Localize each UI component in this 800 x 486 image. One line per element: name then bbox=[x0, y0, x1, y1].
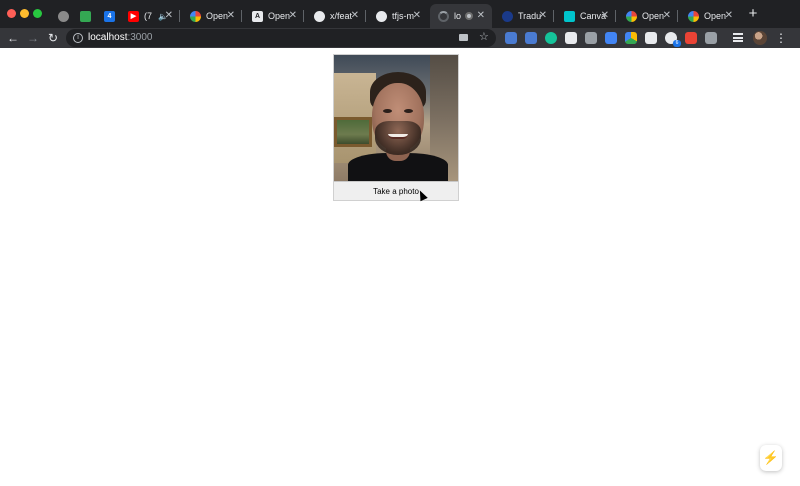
tab-pinned-1[interactable] bbox=[50, 4, 70, 28]
tab-open-4[interactable]: Open ✕ bbox=[680, 4, 740, 28]
reading-list-icon[interactable] bbox=[733, 33, 743, 42]
triangle-a-icon: A bbox=[252, 10, 263, 22]
close-icon[interactable]: ✕ bbox=[165, 10, 173, 21]
tab-github-1[interactable]: x/feat ✕ bbox=[306, 4, 366, 28]
tab-title: (7 bbox=[144, 11, 153, 21]
camera-in-use-icon[interactable] bbox=[459, 34, 468, 41]
back-button[interactable]: ← bbox=[5, 30, 21, 46]
tab-pinned-2[interactable] bbox=[72, 4, 96, 28]
github-icon bbox=[376, 10, 387, 22]
tab-title: x/feat bbox=[330, 11, 353, 21]
address-bar[interactable]: i localhost:3000 ☆ bbox=[66, 29, 496, 47]
loading-icon bbox=[438, 10, 449, 22]
shield-icon[interactable] bbox=[645, 32, 657, 44]
avatar[interactable] bbox=[753, 31, 767, 45]
window-maximize-button[interactable] bbox=[33, 9, 42, 18]
tab-title: Open bbox=[642, 11, 665, 21]
tab-title: lo bbox=[454, 11, 462, 21]
close-icon[interactable]: ✕ bbox=[289, 10, 297, 21]
camera-icon[interactable] bbox=[585, 32, 597, 44]
openai-icon bbox=[190, 10, 201, 22]
tab-strip: 4 ▶ (7 🔈 ✕ Open ✕ A Open ✕ x/feat ✕ tfjs… bbox=[0, 0, 800, 28]
lightning-icon[interactable]: ⚡ bbox=[760, 445, 782, 471]
tab-title: tfjs-m bbox=[392, 11, 414, 21]
tag-icon bbox=[80, 10, 91, 22]
close-icon[interactable]: ✕ bbox=[227, 10, 235, 21]
tab-title: Open bbox=[268, 11, 291, 21]
new-tab-button[interactable]: + bbox=[746, 6, 760, 21]
close-icon[interactable]: ✕ bbox=[477, 10, 485, 21]
tab-open-2[interactable]: A Open ✕ bbox=[244, 4, 304, 28]
record-icon bbox=[465, 12, 474, 20]
tab-translate[interactable]: Tradu ✕ bbox=[494, 4, 554, 28]
tab-open-1[interactable]: Open ✕ bbox=[182, 4, 242, 28]
info-icon[interactable]: i bbox=[73, 33, 83, 43]
window-close-button[interactable] bbox=[7, 9, 16, 18]
grammarly-icon[interactable] bbox=[545, 32, 557, 44]
tab-pinned-3[interactable]: 4 bbox=[96, 4, 120, 28]
painting-in-background bbox=[334, 117, 372, 147]
forward-button[interactable]: → bbox=[25, 30, 41, 46]
translate-icon bbox=[502, 10, 513, 22]
window-minimize-button[interactable] bbox=[20, 9, 29, 18]
close-icon[interactable]: ✕ bbox=[663, 10, 671, 21]
notification-badge: 6 bbox=[673, 40, 681, 47]
circle-icon bbox=[58, 10, 69, 22]
tab-title: Open bbox=[704, 11, 727, 21]
page-viewport: Take a photo ⚡ bbox=[0, 48, 800, 486]
extension-icon[interactable] bbox=[685, 32, 697, 44]
reload-button[interactable]: ↻ bbox=[45, 30, 61, 46]
canva-icon bbox=[564, 10, 575, 22]
url-text[interactable]: localhost:3000 bbox=[88, 32, 153, 43]
close-icon[interactable]: ✕ bbox=[539, 10, 547, 21]
bookmark-star-icon[interactable]: ☆ bbox=[479, 30, 489, 43]
bookmark-icon[interactable] bbox=[705, 32, 717, 44]
tab-canva[interactable]: Canva ✕ bbox=[556, 4, 616, 28]
youtube-icon: ▶ bbox=[128, 10, 139, 22]
tab-localhost-active[interactable]: lo ✕ bbox=[430, 4, 492, 28]
tab-title: Open bbox=[206, 11, 229, 21]
menu-kebab-icon[interactable]: ⋮ bbox=[775, 30, 787, 46]
close-icon[interactable]: ✕ bbox=[601, 10, 609, 21]
close-icon[interactable]: ✕ bbox=[351, 10, 359, 21]
tab-youtube[interactable]: ▶ (7 🔈 ✕ bbox=[120, 4, 180, 28]
openai-icon bbox=[626, 10, 637, 22]
pen-icon[interactable] bbox=[505, 32, 517, 44]
triangle-icon[interactable] bbox=[605, 32, 617, 44]
close-icon[interactable]: ✕ bbox=[725, 10, 733, 21]
drive-icon[interactable] bbox=[625, 32, 637, 44]
tab-github-2[interactable]: tfjs-m ✕ bbox=[368, 4, 428, 28]
openai-icon bbox=[688, 10, 699, 22]
webcam-video bbox=[334, 55, 458, 181]
github-icon bbox=[314, 10, 325, 22]
tab-open-3[interactable]: Open ✕ bbox=[618, 4, 678, 28]
camera-widget: Take a photo bbox=[333, 54, 459, 201]
calendar-icon: 4 bbox=[104, 10, 115, 22]
close-icon[interactable]: ✕ bbox=[413, 10, 421, 21]
take-photo-button[interactable]: Take a photo bbox=[334, 181, 458, 200]
notion-icon[interactable] bbox=[565, 32, 577, 44]
browser-toolbar: ← → ↻ i localhost:3000 ☆ 6 ⋮ bbox=[0, 28, 800, 48]
key-icon[interactable] bbox=[525, 32, 537, 44]
